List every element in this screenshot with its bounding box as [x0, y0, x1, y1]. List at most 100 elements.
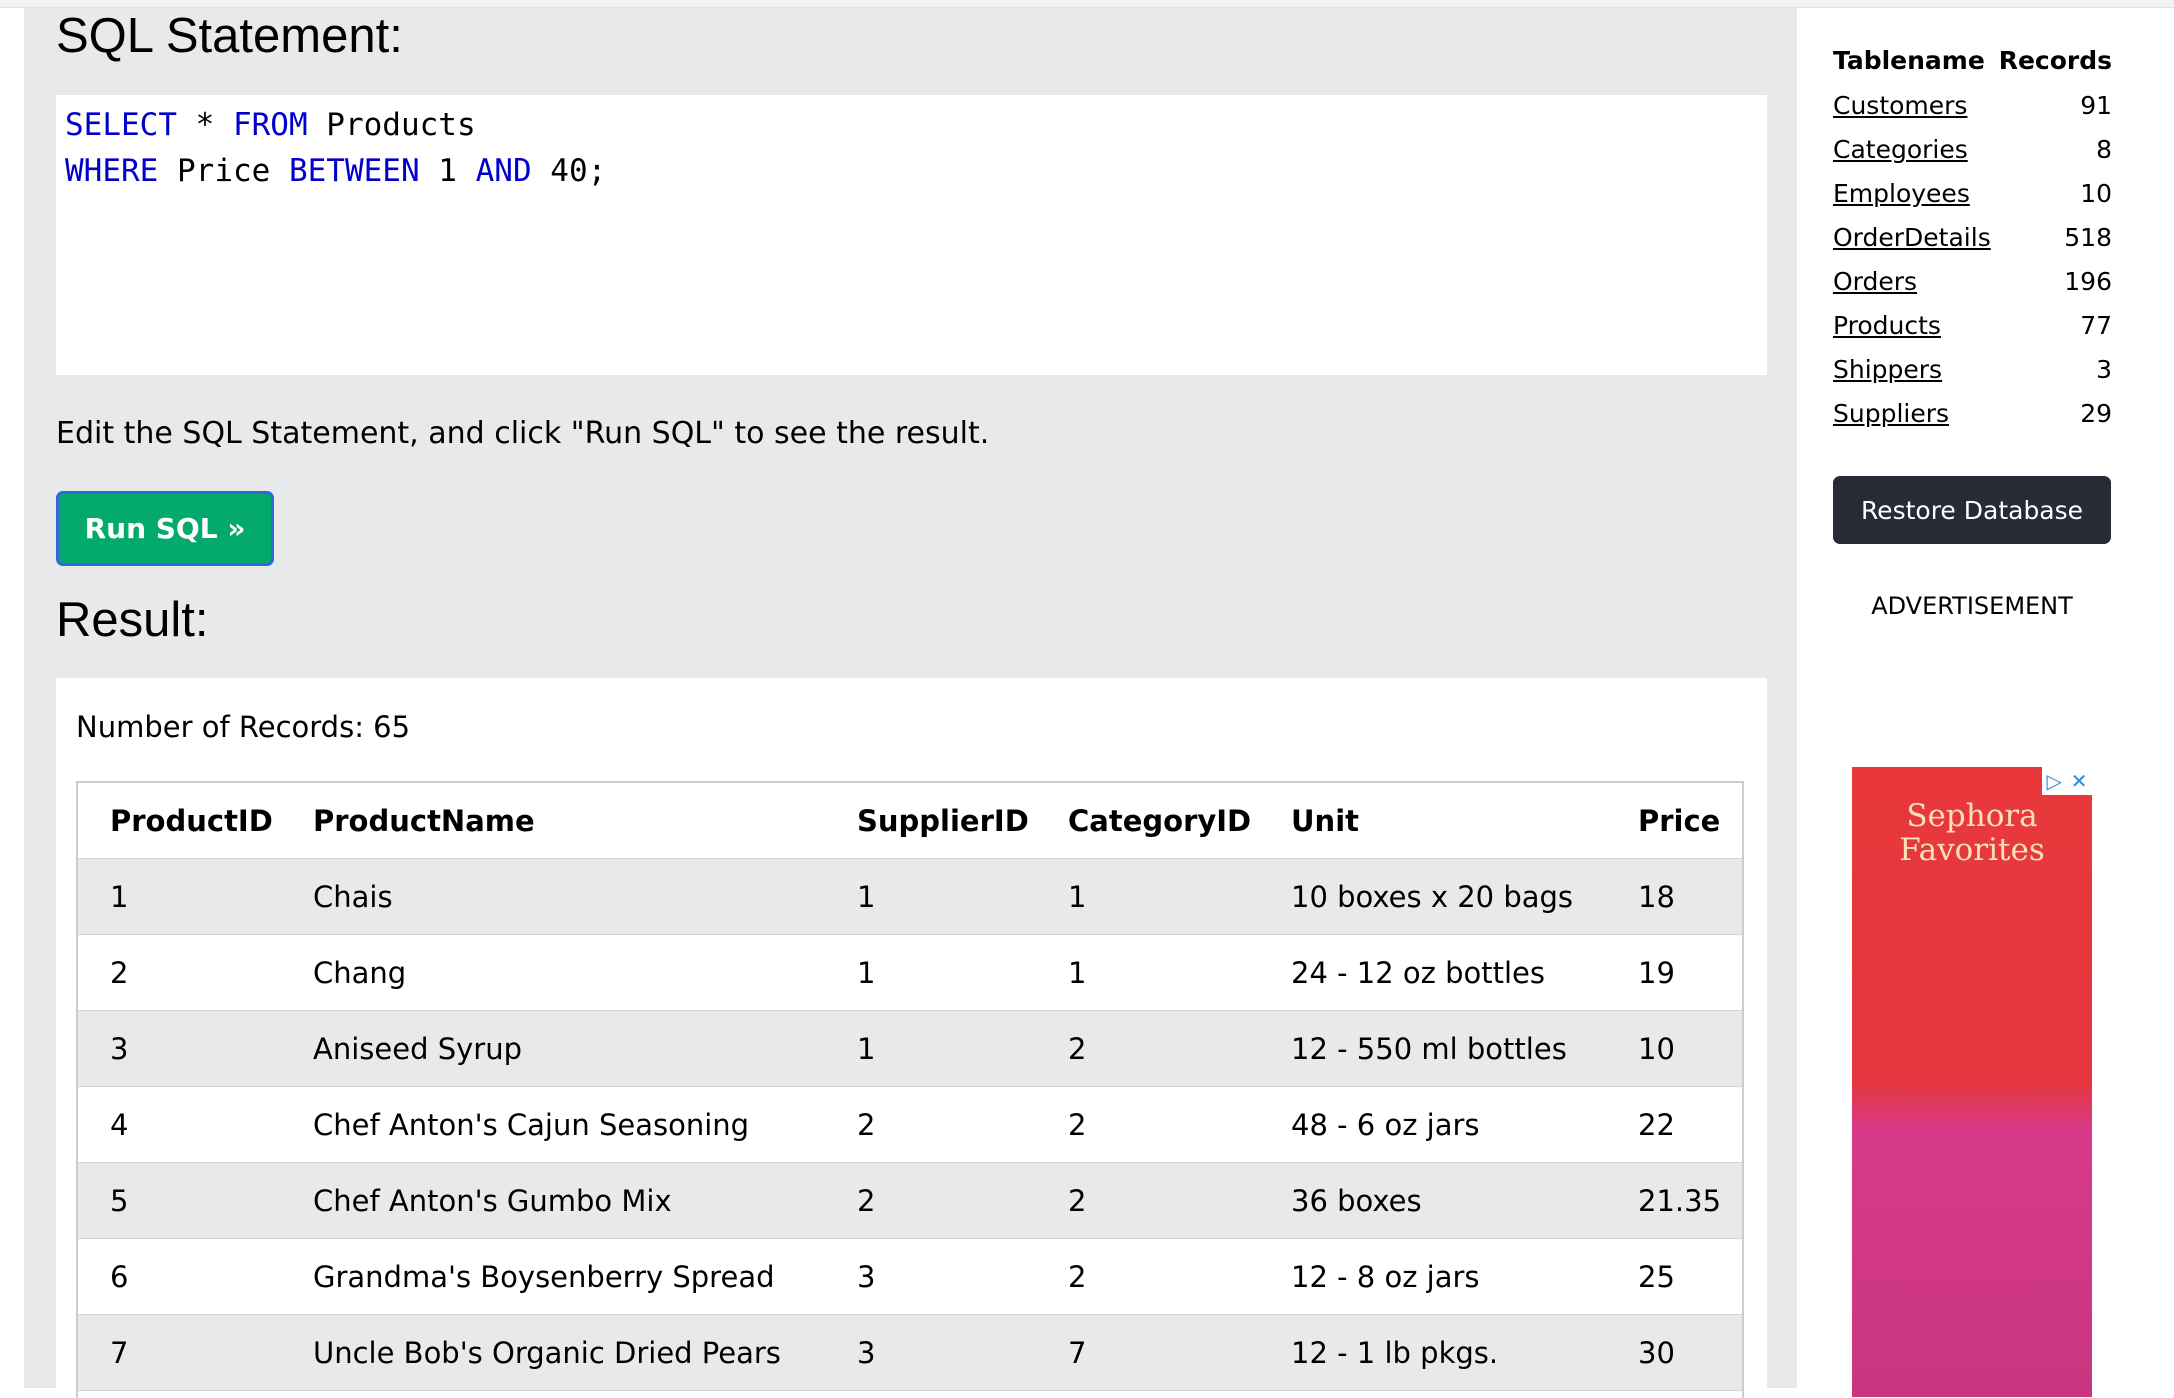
table-row: 6 Grandma's Boysenberry Spread 3 2 12 - 8 oz…	[78, 1239, 1742, 1315]
result-panel: Number of Records: 65 ProductID ProductN…	[56, 678, 1767, 1398]
table-link-suppliers[interactable]: Suppliers	[1833, 399, 1949, 428]
table-cell: 19	[1638, 956, 1675, 990]
table-cell: 2	[857, 1184, 876, 1218]
table-record-count: 518	[2064, 223, 2112, 252]
table-cell: 12 - 8 oz jars	[1291, 1260, 1480, 1294]
instruction-text: Edit the SQL Statement, and click "Run S…	[56, 416, 990, 451]
table-cell: 12 - 550 ml bottles	[1291, 1032, 1567, 1066]
table-row: 1 Chais 1 1 10 boxes x 20 bags 18	[78, 859, 1742, 935]
table-link-customers[interactable]: Customers	[1833, 91, 1967, 120]
table-cell: 10 boxes x 20 bags	[1291, 880, 1574, 914]
table-cell: 3	[857, 1336, 876, 1370]
tablename-header: Tablename	[1833, 46, 1985, 75]
table-cell: 3	[110, 1032, 129, 1066]
sql-keyword: SELECT	[65, 107, 177, 143]
table-link-orders[interactable]: Orders	[1833, 267, 1917, 296]
sql-keyword: BETWEEN	[288, 153, 420, 189]
table-cell: 1	[110, 880, 129, 914]
sql-token: Products	[307, 107, 476, 143]
sql-token: *	[176, 107, 233, 143]
table-cell: 1	[857, 956, 876, 990]
ad-choices-icon[interactable]: ▷ ✕	[2042, 767, 2092, 795]
records-header: Records	[1998, 46, 2112, 75]
table-record-count: 10	[2080, 179, 2112, 208]
table-link-orderdetails[interactable]: OrderDetails	[1833, 223, 1991, 252]
column-header: ProductID	[110, 804, 273, 838]
table-cell: 5	[110, 1184, 129, 1218]
sql-line-1[interactable]: SELECT * FROM Products	[65, 107, 476, 143]
table-cell: 6	[110, 1260, 129, 1294]
table-cell: 2	[1068, 1108, 1087, 1142]
table-cell: 3	[857, 1260, 876, 1294]
table-cell: 30	[1638, 1336, 1675, 1370]
table-link-shippers[interactable]: Shippers	[1833, 355, 1942, 384]
table-cell: Chais	[313, 880, 393, 914]
table-cell: 4	[110, 1108, 129, 1142]
table-link-categories[interactable]: Categories	[1833, 135, 1968, 164]
sql-keyword: WHERE	[65, 153, 159, 189]
table-cell: 18	[1638, 880, 1675, 914]
table-record-count: 91	[2080, 91, 2112, 120]
table-cell: 1	[1068, 880, 1087, 914]
table-link-employees[interactable]: Employees	[1833, 179, 1970, 208]
sql-keyword: FROM	[232, 107, 308, 143]
result-title: Result:	[56, 593, 209, 647]
table-record-count: 77	[2080, 311, 2112, 340]
sidebar: Tablename Records Customers 91 Categories 8…	[1798, 8, 2174, 1397]
table-cell: 2	[1068, 1184, 1087, 1218]
table-row: 4 Chef Anton's Cajun Seasoning 2 2 48 - 6 oz…	[78, 1087, 1742, 1163]
column-header: CategoryID	[1068, 804, 1252, 838]
sql-token: 40;	[531, 153, 607, 189]
table-cell: 2	[110, 956, 129, 990]
advertisement-banner[interactable]: ▷ ✕ Sephora Favorites	[1852, 767, 2092, 1397]
sql-statement-title: SQL Statement:	[56, 9, 403, 63]
table-cell: 7	[110, 1336, 129, 1370]
restore-database-button[interactable]: Restore Database	[1833, 476, 2111, 544]
sql-token: Price	[158, 153, 289, 189]
column-header: Unit	[1291, 804, 1359, 838]
result-table: ProductID ProductName SupplierID Categor…	[76, 781, 1744, 1398]
table-cell: 1	[1068, 956, 1087, 990]
table-cell: 22	[1638, 1108, 1675, 1142]
table-header-row: ProductID ProductName SupplierID Categor…	[78, 783, 1742, 859]
advertisement-label: ADVERTISEMENT	[1871, 592, 2073, 620]
table-link-products[interactable]: Products	[1833, 311, 1941, 340]
table-cell: 24 - 12 oz bottles	[1291, 956, 1546, 990]
table-record-count: 3	[2096, 355, 2112, 384]
table-cell: 25	[1638, 1260, 1675, 1294]
record-count: Number of Records: 65	[76, 710, 411, 744]
main-panel: SQL Statement: SELECT * FROM Products WH…	[24, 8, 1797, 1398]
table-record-count: 8	[2096, 135, 2112, 164]
run-sql-button[interactable]: Run SQL »	[56, 491, 274, 566]
table-cell: 12 - 1 lb pkgs.	[1291, 1336, 1499, 1370]
table-row: 5 Chef Anton's Gumbo Mix 2 2 36 boxes 21.35	[78, 1163, 1742, 1239]
browser-top-edge	[0, 0, 2174, 8]
sql-line-2[interactable]: WHERE Price BETWEEN 1 AND 40;	[65, 153, 606, 189]
column-header: ProductName	[313, 804, 535, 838]
table-cell: 36 boxes	[1291, 1184, 1422, 1218]
ad-brand-text: Sephora Favorites	[1899, 798, 2045, 868]
table-row: 2 Chang 1 1 24 - 12 oz bottles 19	[78, 935, 1742, 1011]
sql-keyword: AND	[475, 153, 532, 189]
column-header: SupplierID	[857, 804, 1029, 838]
table-row: 3 Aniseed Syrup 1 2 12 - 550 ml bottles 10	[78, 1011, 1742, 1087]
table-cell: 2	[857, 1108, 876, 1142]
sql-token: 1	[419, 153, 476, 189]
table-cell: Chef Anton's Gumbo Mix	[313, 1184, 672, 1218]
table-cell: Grandma's Boysenberry Spread	[313, 1260, 775, 1294]
column-header: Price	[1638, 804, 1721, 838]
table-record-count: 196	[2064, 267, 2112, 296]
table-cell: 21.35	[1638, 1184, 1722, 1218]
table-cell: Aniseed Syrup	[313, 1032, 522, 1066]
sql-editor[interactable]: SELECT * FROM Products WHERE Price BETWE…	[56, 95, 1767, 375]
table-cell: 1	[857, 880, 876, 914]
table-cell: 1	[857, 1032, 876, 1066]
table-row: 7 Uncle Bob's Organic Dried Pears 3 7 12 - 1…	[78, 1315, 1742, 1391]
table-cell: 2	[1068, 1260, 1087, 1294]
table-cell: 10	[1638, 1032, 1675, 1066]
table-cell: 2	[1068, 1032, 1087, 1066]
table-cell: Chef Anton's Cajun Seasoning	[313, 1108, 750, 1142]
table-cell: 7	[1068, 1336, 1087, 1370]
table-cell: Uncle Bob's Organic Dried Pears	[313, 1336, 781, 1370]
table-cell: Chang	[313, 956, 407, 990]
